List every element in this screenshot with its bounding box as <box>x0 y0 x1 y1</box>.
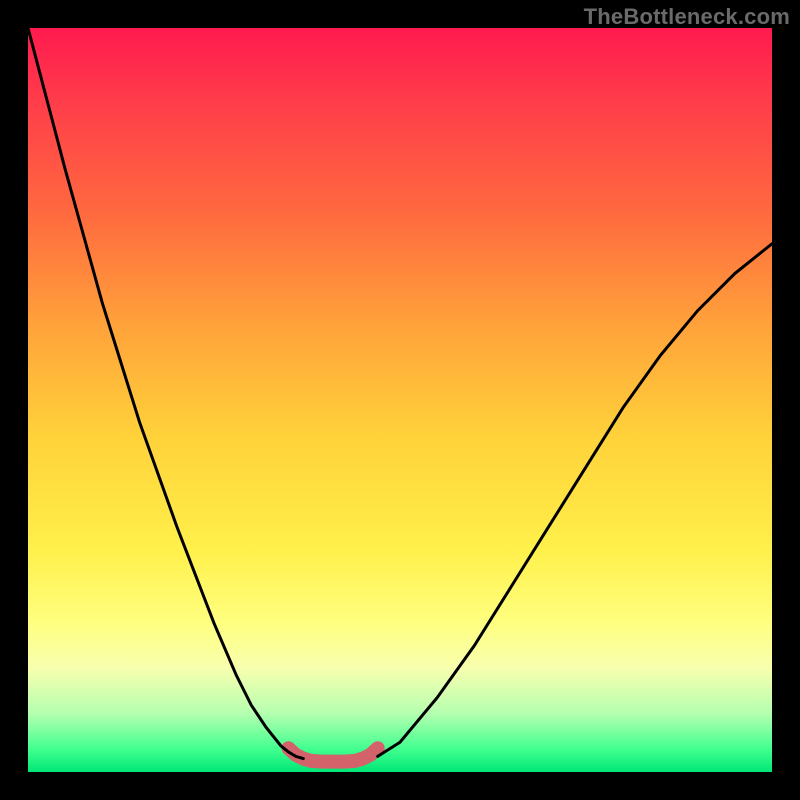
left-curve-path <box>28 28 303 759</box>
outer-black-frame: TheBottleneck.com <box>0 0 800 800</box>
right-curve-path <box>378 244 772 757</box>
watermark-text: TheBottleneck.com <box>584 4 790 30</box>
chart-svg <box>28 28 772 772</box>
